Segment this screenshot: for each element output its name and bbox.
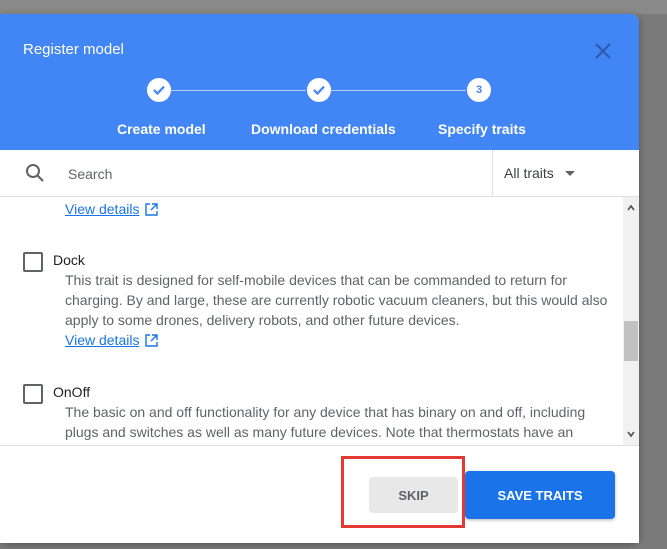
step-1-label: Create model — [117, 121, 206, 137]
dialog-title: Register model — [23, 41, 124, 58]
trait-name-dock: Dock — [53, 252, 85, 268]
description-line: This trait is designed for self-mobile d… — [65, 272, 567, 288]
traits-filter-dropdown[interactable]: All traits — [492, 150, 639, 196]
description-line: apply to some drones, delivery robots, a… — [65, 312, 460, 328]
search-bar: All traits — [0, 150, 639, 197]
step-number: 3 — [475, 84, 483, 96]
list-scrollbar[interactable] — [623, 197, 639, 445]
dock-checkbox[interactable] — [23, 252, 43, 272]
external-link-icon — [145, 202, 159, 216]
description-line: charging. By and large, these are curren… — [65, 292, 608, 308]
step-2-label: Download credentials — [251, 121, 396, 137]
skip-button[interactable]: SKIP — [369, 477, 458, 513]
check-icon — [153, 85, 165, 96]
search-icon — [26, 164, 44, 182]
check-icon — [313, 85, 325, 96]
external-link-icon — [145, 333, 159, 347]
close-button[interactable] — [591, 39, 615, 63]
scrollbar-thumb[interactable] — [624, 321, 638, 361]
step-1-indicator — [147, 78, 171, 102]
trait-description-dock: This trait is designed for self-mobile d… — [65, 270, 610, 330]
description-line: plugs and switches as well as many futur… — [65, 424, 574, 440]
view-details-link[interactable]: View details — [65, 201, 159, 217]
backdrop — [0, 0, 667, 14]
close-icon — [595, 43, 611, 59]
scroll-down-icon[interactable] — [626, 429, 636, 439]
stepper-connector — [171, 90, 306, 91]
filter-label: All traits — [504, 165, 554, 181]
save-traits-button[interactable]: SAVE TRAITS — [465, 471, 615, 519]
link-label: View details — [65, 332, 140, 348]
trait-name-onoff: OnOff — [53, 384, 91, 400]
dock-view-details-link[interactable]: View details — [65, 332, 159, 348]
step-2-indicator — [307, 78, 331, 102]
link-label: View details — [65, 201, 140, 217]
search-input[interactable] — [66, 160, 480, 188]
step-3-label: Specify traits — [438, 121, 526, 137]
dialog-header: Register model 3 Create model Download c… — [0, 14, 639, 150]
scroll-up-icon[interactable] — [626, 203, 636, 213]
trait-description-onoff: The basic on and off functionality for a… — [65, 402, 610, 442]
stepper-connector — [331, 90, 466, 91]
onoff-checkbox[interactable] — [23, 384, 43, 404]
traits-list: View details Dock This trait is designed… — [0, 197, 623, 445]
description-line: The basic on and off functionality for a… — [65, 404, 586, 420]
dropdown-arrow-icon — [565, 171, 575, 176]
step-3-indicator: 3 — [467, 78, 491, 102]
